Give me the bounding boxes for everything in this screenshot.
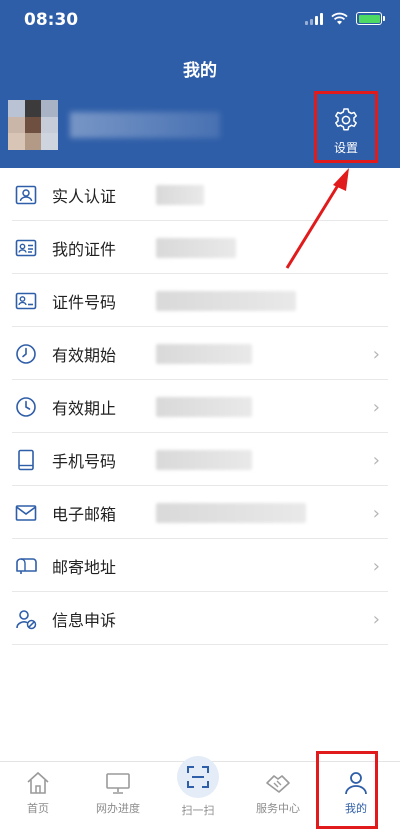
tab-scan[interactable]: 扫一扫 [160,756,236,818]
avatar[interactable] [8,100,58,150]
monitor-icon [106,773,130,794]
settings-button[interactable]: 设置 [314,91,378,163]
tab-label: 服务中心 [256,802,300,815]
phone-icon [14,448,38,472]
mailbox-icon [14,554,38,578]
value-redacted [156,237,236,258]
list-item-info-appeal[interactable]: 信息申诉 › [0,592,400,645]
tab-service-center[interactable]: 服务中心 [240,770,316,816]
id-document-icon [14,236,38,260]
list-item-label: 电子邮箱 [52,504,117,524]
list-item-my-documents[interactable]: 我的证件 [0,221,400,274]
annotation-highlight-box [316,751,378,829]
user-report-icon [14,607,38,631]
tab-label: 网办进度 [96,802,140,815]
list-item-valid-from[interactable]: 有效期始 › [0,327,400,380]
card-number-icon [14,289,38,313]
list-item-label: 信息申诉 [52,610,117,630]
battery-icon [356,12,385,25]
list-item-valid-until[interactable]: 有效期止 › [0,380,400,433]
id-card-icon [14,183,38,207]
value-redacted [156,449,252,470]
list-item-identity-verify[interactable]: 实人认证 [0,168,400,221]
value-redacted [156,343,252,364]
handshake-icon [266,775,290,793]
list-item-label: 实人认证 [52,186,117,206]
list-item-label: 证件号码 [52,292,117,312]
list-item-email[interactable]: 电子邮箱 › [0,486,400,539]
list-item-mailing-address[interactable]: 邮寄地址 › [0,539,400,592]
list-item-document-number[interactable]: 证件号码 [0,274,400,327]
value-redacted [156,396,252,417]
chevron-right-icon: › [372,344,380,365]
mail-icon [14,501,38,525]
tab-label: 扫一扫 [181,804,215,817]
tab-home[interactable]: 首页 [0,770,76,816]
list-item-label: 有效期始 [52,345,117,365]
clock-icon [14,342,38,366]
chevron-right-icon: › [372,556,380,577]
user-name-redacted [70,112,220,138]
wifi-icon [331,12,348,25]
status-bar: 08:30 [0,0,400,44]
value-redacted [156,502,306,523]
scan-icon [187,766,209,788]
value-redacted [156,184,204,205]
list-item-label: 邮寄地址 [52,557,117,577]
gear-icon [335,108,357,131]
clock-icon [14,395,38,419]
signal-icon [305,12,323,25]
tab-label: 首页 [27,802,49,815]
list-item-label: 我的证件 [52,239,117,259]
tab-progress[interactable]: 网办进度 [80,770,156,816]
status-time: 08:30 [24,10,79,30]
profile-header: 08:30 我的 设置 [0,0,400,168]
value-redacted [156,290,296,311]
chevron-right-icon: › [372,450,380,471]
scan-button[interactable] [177,756,219,798]
list-item-phone-number[interactable]: 手机号码 › [0,433,400,486]
home-icon [27,771,49,794]
settings-label: 设置 [333,141,358,155]
profile-info-list: 实人认证 我的证件 证件号码 有效期始 › 有效期止 › 手机号码 › 电子邮箱… [0,168,400,645]
chevron-right-icon: › [372,397,380,418]
chevron-right-icon: › [372,503,380,524]
status-icons [305,12,385,25]
list-item-label: 手机号码 [52,451,117,471]
chevron-right-icon: › [372,609,380,630]
page-title: 我的 [183,61,217,81]
list-item-label: 有效期止 [52,398,117,418]
